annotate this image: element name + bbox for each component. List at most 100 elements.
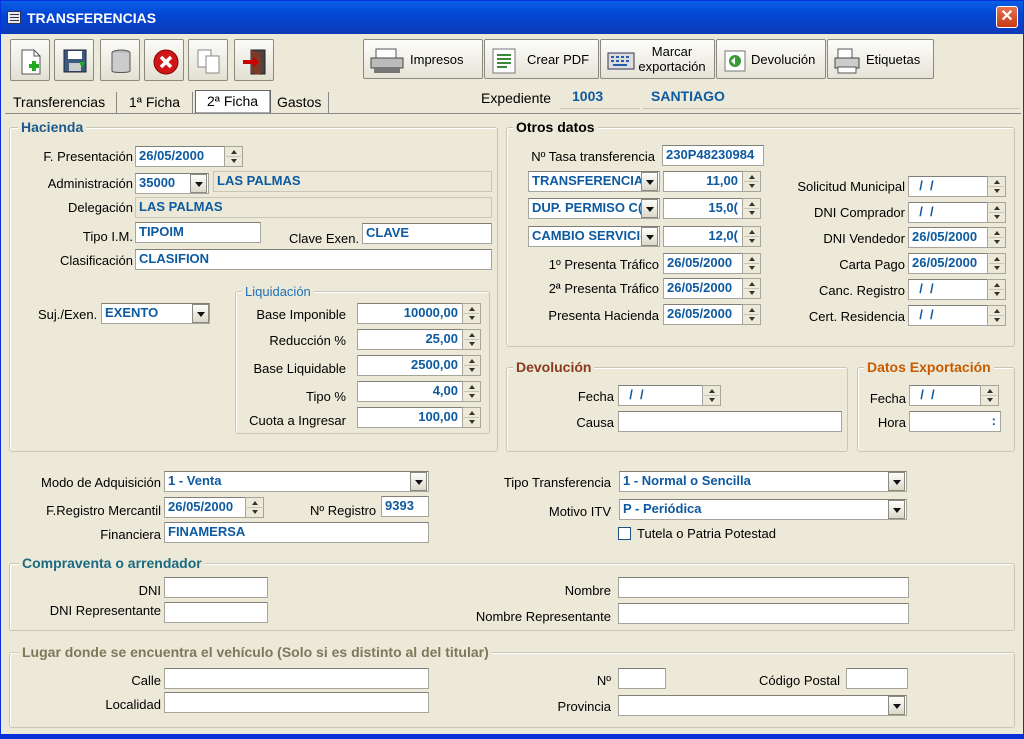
compraventa-dni-input[interactable] [164,577,268,598]
devolucion-fecha-input[interactable]: / / [618,385,703,406]
crear-pdf-button[interactable]: Crear PDF [484,39,599,79]
concepto-3-spinner[interactable] [742,226,761,247]
cuota-spinner[interactable] [462,407,481,428]
codigo-postal-input[interactable] [846,668,908,689]
f-registro-input[interactable]: 26/05/2000 [164,497,246,518]
tipo-input[interactable]: 4,00 [357,381,463,402]
title-bar[interactable]: TRANSFERENCIAS ✕ [1,1,1023,34]
pres2-spinner[interactable] [742,278,761,299]
motivo-itv-dropdown-arrow[interactable] [888,500,905,519]
dni-comprador-spinner[interactable] [987,202,1006,223]
compraventa-dni-rep-input[interactable] [164,602,268,623]
concepto-2-spinner[interactable] [742,198,761,219]
pres2-input[interactable]: 26/05/2000 [663,278,743,299]
concepto-1-dropdown-arrow[interactable] [641,172,658,191]
numero-input[interactable] [618,668,666,689]
carta-pago-spinner[interactable] [987,253,1006,274]
modo-adquisicion-label: Modo de Adquisición [41,475,161,490]
provincia-select[interactable] [618,695,907,716]
cert-residencia-input[interactable]: / / [908,305,988,326]
pdf-icon [492,48,516,74]
exportacion-fecha-spinner[interactable] [980,385,999,406]
copy-button[interactable] [188,39,228,81]
otros-datos-title: Otros datos [513,119,598,135]
pres-hacienda-spinner[interactable] [742,304,761,325]
concepto-3-value[interactable]: 12,0( [663,226,743,247]
pres1-label: 1º Presenta Tráfico [548,257,659,272]
clave-exen-label: Clave Exen. [289,231,360,246]
concepto-1-value[interactable]: 11,00 [663,171,743,192]
exit-button[interactable] [234,39,274,81]
tab-1-ficha[interactable]: 1ª Ficha [125,92,193,114]
concepto-2-dropdown-arrow[interactable] [641,199,658,218]
clave-exen-input[interactable]: CLAVE [362,223,492,244]
base-liquidable-input[interactable]: 2500,00 [357,355,463,376]
reduccion-input[interactable]: 25,00 [357,329,463,350]
close-button[interactable]: ✕ [996,6,1018,28]
canc-registro-input[interactable]: / / [908,279,988,300]
motivo-itv-select[interactable]: P - Periódica [619,499,907,520]
new-button[interactable] [10,39,50,81]
devolucion-button[interactable]: Devolución [716,39,826,79]
window-bottom-border [1,734,1023,739]
marcar-exportacion-button[interactable]: Marcar exportación [600,39,715,79]
pres-hacienda-input[interactable]: 26/05/2000 [663,304,743,325]
canc-registro-spinner[interactable] [987,279,1006,300]
tab-gastos[interactable]: Gastos [273,92,329,114]
base-liquidable-spinner[interactable] [462,355,481,376]
cuota-input[interactable]: 100,00 [357,407,463,428]
f-presentacion-input[interactable]: 26/05/2000 [135,146,225,167]
compraventa-nombre-input[interactable] [618,577,909,598]
localidad-input[interactable] [164,692,429,713]
suj-exen-dropdown-arrow[interactable] [192,304,209,323]
delete-button[interactable] [100,39,140,81]
reduccion-spinner[interactable] [462,329,481,350]
solicitud-input[interactable]: / / [908,176,988,197]
etiquetas-button[interactable]: Etiquetas [827,39,934,79]
tutela-checkbox[interactable] [618,527,631,540]
tipo-transferencia-dropdown-arrow[interactable] [888,472,905,491]
pres1-spinner[interactable] [742,253,761,274]
cancel-button[interactable] [144,39,184,81]
dni-comprador-input[interactable]: / / [908,202,988,223]
exportacion-fecha-input[interactable]: / / [909,385,981,406]
cert-residencia-spinner[interactable] [987,305,1006,326]
base-imponible-spinner[interactable] [462,303,481,324]
devolucion-causa-input[interactable] [618,411,842,432]
dni-vendedor-input[interactable]: 26/05/2000 [908,227,988,248]
save-button[interactable] [54,39,94,81]
marcar-exportacion-label: Marcar exportación [638,44,706,74]
pres1-input[interactable]: 26/05/2000 [663,253,743,274]
return-icon [724,50,746,72]
administracion-dropdown-arrow[interactable] [190,174,207,193]
concepto-3-dropdown-arrow[interactable] [641,227,658,246]
tasa-input[interactable]: 230P48230984 [662,145,764,166]
concepto-1-spinner[interactable] [742,171,761,192]
tab-transferencias[interactable]: Transferencias [9,92,117,114]
f-registro-spinner[interactable] [245,497,264,518]
dni-vendedor-spinner[interactable] [987,227,1006,248]
devolucion-fecha-spinner[interactable] [702,385,721,406]
tipo-im-input[interactable]: TIPOIM [135,222,261,243]
exportacion-hora-input[interactable]: : [909,411,1001,432]
solicitud-spinner[interactable] [987,176,1006,197]
clasificacion-input[interactable]: CLASIFION [135,249,492,270]
f-presentacion-spinner[interactable] [224,146,243,167]
impresos-button[interactable]: Impresos [363,39,483,79]
tipo-spinner[interactable] [462,381,481,402]
provincia-dropdown-arrow[interactable] [888,696,905,715]
financiera-label: Financiera [100,527,161,542]
calle-input[interactable] [164,668,429,689]
financiera-input[interactable]: FINAMERSA [164,522,429,543]
modo-adquisicion-select[interactable]: 1 - Venta [164,471,429,492]
compraventa-nombre-rep-label: Nombre Representante [475,609,611,624]
modo-adquisicion-dropdown-arrow[interactable] [410,472,427,491]
n-registro-input[interactable]: 9393 [381,496,429,517]
concepto-2-value[interactable]: 15,0( [663,198,743,219]
base-imponible-input[interactable]: 10000,00 [357,303,463,324]
tab-2-ficha[interactable]: 2ª Ficha [195,90,271,114]
tipo-transferencia-select[interactable]: 1 - Normal o Sencilla [619,471,907,492]
compraventa-nombre-rep-input[interactable] [618,603,909,624]
crear-pdf-label: Crear PDF [527,52,590,67]
carta-pago-input[interactable]: 26/05/2000 [908,253,988,274]
